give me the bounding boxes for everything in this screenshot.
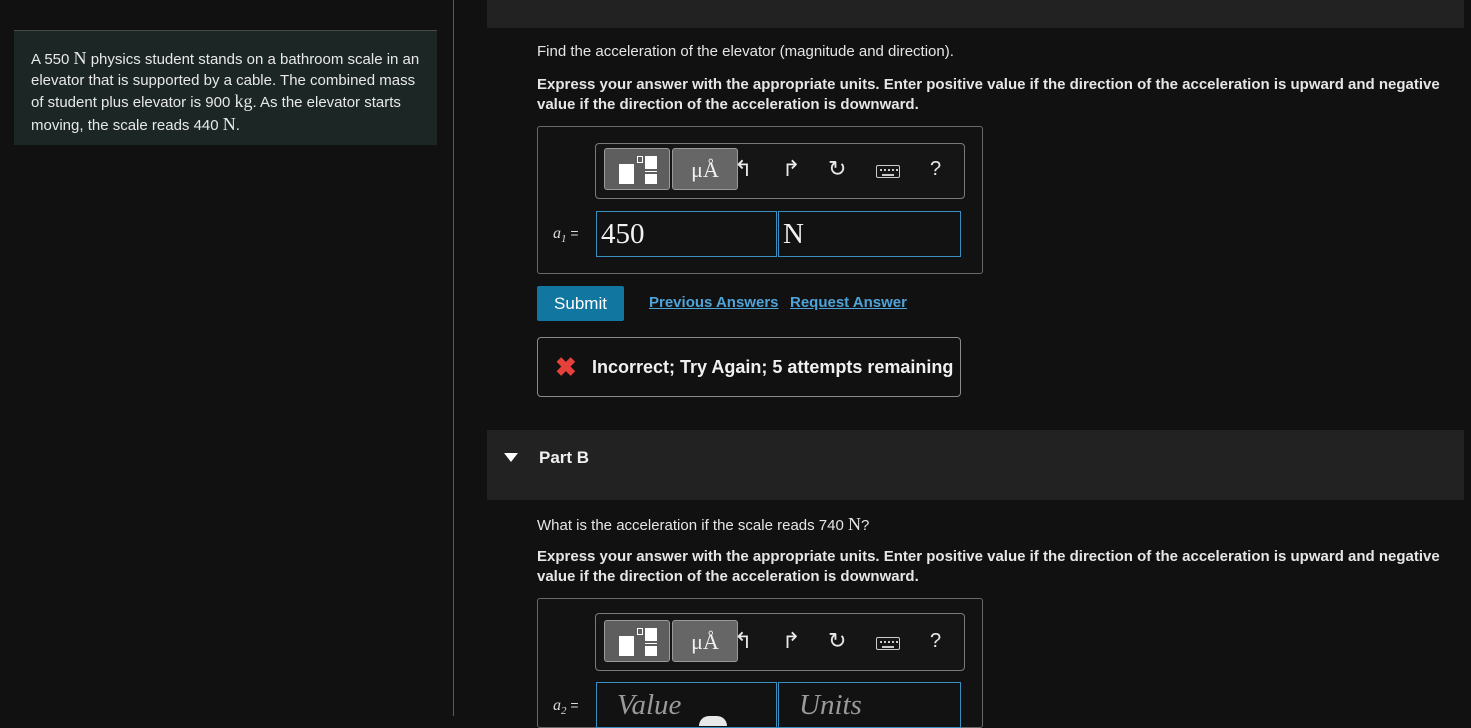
templates-button[interactable]	[604, 620, 670, 662]
collapse-caret-icon[interactable]	[504, 453, 518, 462]
problem-statement: A 550 N physics student stands on a bath…	[14, 31, 437, 145]
part-a-math-toolbar: μÅ ↰ ↱ ↻ ?	[595, 143, 965, 199]
part-b-value-input[interactable]: Value	[596, 682, 777, 728]
part-b-variable-label: a2 =	[553, 697, 579, 718]
reset-icon[interactable]: ↻	[828, 154, 846, 184]
incorrect-icon: ✖	[555, 352, 577, 382]
part-a-instructions: Express your answer with the appropriate…	[537, 76, 1440, 113]
submit-button[interactable]: Submit	[537, 286, 624, 321]
part-a-variable-label: a1 =	[553, 225, 579, 246]
part-a-question: Find the acceleration of the elevator (m…	[537, 43, 954, 60]
units-icon: μÅ	[691, 157, 719, 182]
feedback-message: Incorrect; Try Again; 5 attempts remaini…	[592, 357, 954, 377]
templates-icon	[619, 156, 657, 184]
part-b-instructions: Express your answer with the appropriate…	[537, 548, 1440, 585]
undo-icon[interactable]: ↰	[734, 626, 752, 656]
part-a-units-input[interactable]: N	[778, 211, 961, 257]
units-button[interactable]: μÅ	[672, 620, 738, 662]
part-a-header-strip	[487, 0, 1464, 28]
part-b-units-input[interactable]: Units	[778, 682, 961, 728]
help-icon[interactable]: ?	[930, 626, 941, 656]
units-button[interactable]: μÅ	[672, 148, 738, 190]
previous-answers-link[interactable]: Previous Answers	[649, 294, 779, 311]
help-icon[interactable]: ?	[930, 154, 941, 184]
part-b-title[interactable]: Part B	[539, 448, 589, 468]
reset-icon[interactable]: ↻	[828, 626, 846, 656]
column-divider	[453, 0, 454, 716]
request-answer-link[interactable]: Request Answer	[790, 294, 907, 311]
keyboard-icon[interactable]	[876, 165, 900, 178]
part-b-header[interactable]	[487, 430, 1464, 500]
part-a-answer-box: μÅ ↰ ↱ ↻ ? a1 = 450 N	[537, 126, 983, 274]
part-b-math-toolbar: μÅ ↰ ↱ ↻ ?	[595, 613, 965, 671]
keyboard-icon[interactable]	[876, 637, 900, 650]
part-a-value-input[interactable]: 450	[596, 211, 777, 257]
undo-icon[interactable]: ↰	[734, 154, 752, 184]
redo-icon[interactable]: ↱	[782, 154, 800, 184]
feedback-box: ✖ Incorrect; Try Again; 5 attempts remai…	[537, 337, 961, 397]
units-icon: μÅ	[691, 629, 719, 654]
part-b-question: What is the acceleration if the scale re…	[537, 514, 870, 534]
templates-button[interactable]	[604, 148, 670, 190]
redo-icon[interactable]: ↱	[782, 626, 800, 656]
loading-indicator	[699, 716, 727, 726]
templates-icon	[619, 628, 657, 656]
part-b-answer-box: μÅ ↰ ↱ ↻ ? a2 = Value Units	[537, 598, 983, 728]
